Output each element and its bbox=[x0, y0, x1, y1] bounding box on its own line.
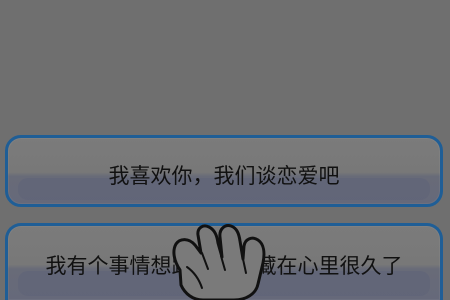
dialogue-choice-label: 我有个事情想跟你说，藏在心里很久了 bbox=[45, 254, 403, 278]
game-screen: 我喜欢你，我们谈恋爱吧 我有个事情想跟你说，藏在心里很久了 bbox=[0, 0, 450, 300]
dialogue-choice-button[interactable]: 我喜欢你，我们谈恋爱吧 bbox=[5, 135, 443, 207]
dialogue-choice-label: 我喜欢你，我们谈恋爱吧 bbox=[108, 164, 340, 188]
dialogue-choice-button[interactable]: 我有个事情想跟你说，藏在心里很久了 bbox=[5, 223, 443, 300]
